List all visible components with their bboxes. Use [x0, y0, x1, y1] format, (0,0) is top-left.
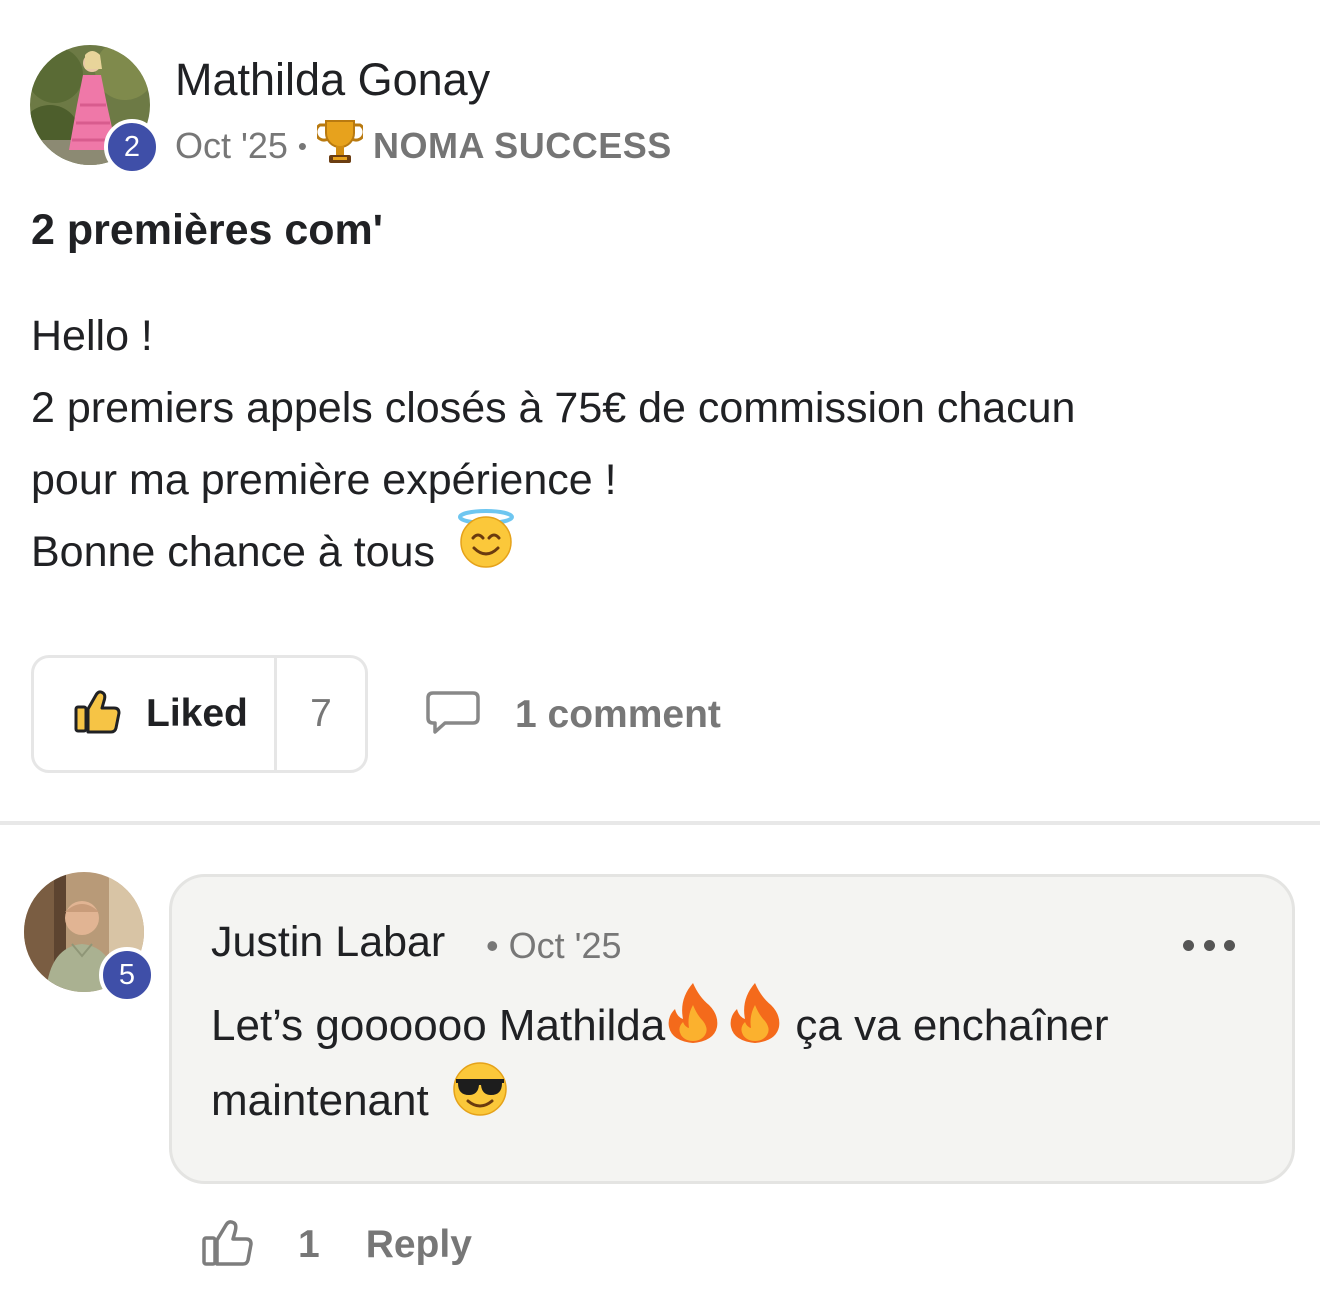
- trophy-icon: [314, 117, 366, 176]
- comment-icon: [425, 690, 481, 741]
- post-body-line-text: Bonne chance à tous: [31, 528, 436, 576]
- smiling-face-with-halo-icon: [457, 508, 515, 591]
- comment-author-name[interactable]: Justin Labar: [211, 918, 445, 967]
- more-options-icon[interactable]: [1183, 930, 1235, 960]
- smiling-face-with-sunglasses-icon: [451, 1061, 509, 1139]
- comment-author-avatar-wrap[interactable]: 5: [24, 872, 159, 1007]
- like-button-label: Liked: [146, 692, 248, 735]
- post-body-line: Hello !: [31, 312, 153, 360]
- comment-like-count: 1: [298, 1223, 320, 1266]
- comment-body-text: ça va enchaîner: [783, 1001, 1109, 1050]
- post-body-line: 2 premiers appels closés à 75€ de commis…: [31, 384, 1076, 432]
- post-body-line: Bonne chance à tous: [31, 508, 1291, 591]
- comment-body-text: Let’s goooooo Mathilda: [211, 1001, 666, 1050]
- post-author-level-badge: 2: [104, 119, 160, 175]
- meta-separator: •: [297, 130, 308, 161]
- comment-like-button[interactable]: [202, 1218, 254, 1273]
- post-meta: Oct '25 • NOMA SUCCESS: [175, 118, 672, 174]
- comment-body-text: maintenant: [211, 1076, 429, 1126]
- comments-count-label: 1 comment: [515, 693, 721, 736]
- comment-body-line: maintenant: [211, 1062, 1271, 1138]
- comment-date: • Oct '25: [486, 925, 622, 966]
- section-divider: [0, 821, 1320, 825]
- post-author-avatar-wrap[interactable]: 2: [30, 45, 160, 175]
- comments-button[interactable]: 1 comment: [425, 690, 721, 740]
- post-title: 2 premières com': [31, 206, 384, 254]
- reply-button[interactable]: Reply: [366, 1223, 472, 1267]
- like-count[interactable]: 7: [277, 658, 365, 770]
- post-category[interactable]: NOMA SUCCESS: [373, 125, 672, 167]
- post-author-name[interactable]: Mathilda Gonay: [175, 54, 490, 106]
- post-body: Hello ! 2 premiers appels closés à 75€ d…: [31, 300, 1291, 591]
- comment-author-level-badge: 5: [99, 947, 155, 1003]
- comment-body-line: Let’s goooooo Mathilda ça va enchaîner: [211, 983, 1271, 1065]
- like-control: Liked 7: [31, 655, 368, 773]
- thumbs-up-icon: [74, 689, 122, 740]
- like-button[interactable]: Liked: [34, 658, 277, 770]
- post-body-line: pour ma première expérience !: [31, 456, 617, 504]
- thumbs-up-outline-icon: [202, 1219, 253, 1266]
- post-date: Oct '25: [175, 125, 288, 166]
- post-card: 2 Mathilda Gonay Oct '25 • NOMA SUCCESS …: [0, 0, 1320, 822]
- fire-icon: [665, 981, 721, 1065]
- fire-icon: [727, 981, 783, 1065]
- comment-body: Let’s goooooo Mathilda ça va enchaîner m…: [211, 983, 1271, 1139]
- comment-actions: 1 Reply: [202, 1215, 472, 1275]
